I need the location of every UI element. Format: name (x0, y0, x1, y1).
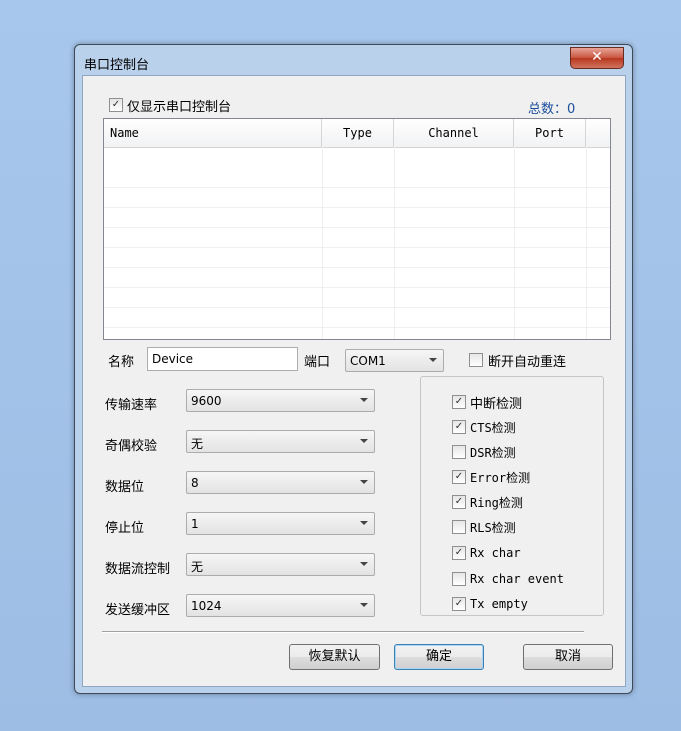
only-serial-checkbox[interactable]: ✓ (109, 98, 123, 112)
name-input[interactable]: Device (147, 347, 298, 371)
list-row (104, 187, 610, 208)
console-list[interactable]: Name Type Channel Port (103, 118, 611, 340)
tx-empty-checkbox[interactable]: ✓ (452, 597, 466, 611)
separator (102, 631, 584, 633)
total-count-value: 0 (567, 102, 576, 117)
checkmark-icon: ✓ (454, 496, 464, 507)
send-buffer-select[interactable]: 1024 (186, 594, 375, 617)
cancel-button[interactable]: 取消 (523, 644, 613, 670)
auto-reconnect-checkbox[interactable] (469, 353, 483, 367)
checkmark-icon: ✓ (454, 471, 464, 482)
checkmark-icon: ✓ (454, 421, 464, 432)
column-header-type[interactable]: Type (322, 119, 394, 147)
rls-detect-label: RLS检测 (470, 521, 516, 535)
port-label: 端口 (304, 355, 331, 370)
send-buffer-label: 发送缓冲区 (105, 603, 171, 618)
list-row (104, 307, 610, 328)
chevron-down-icon (360, 439, 368, 443)
chevron-down-icon (360, 603, 368, 607)
window-title: 串口控制台 (84, 58, 150, 73)
dialog-client-area: ✓ 仅显示串口控制台 总数：0 Name Type Channel Port 名… (82, 75, 626, 687)
checkmark-icon: ✓ (454, 396, 464, 407)
list-row (104, 247, 610, 268)
flow-control-label: 数据流控制 (105, 562, 171, 577)
list-row (104, 167, 610, 188)
send-buffer-value: 1024 (191, 599, 222, 613)
break-detect-label: 中断检测 (470, 397, 523, 412)
list-row (104, 207, 610, 228)
dsr-detect-checkbox[interactable] (452, 445, 466, 459)
column-header-name[interactable]: Name (104, 119, 322, 147)
serial-console-dialog: 串口控制台 ✕ ✓ 仅显示串口控制台 总数：0 Name Type Channe… (74, 44, 633, 694)
chevron-down-icon (360, 480, 368, 484)
list-header: Name Type Channel Port (104, 119, 610, 148)
title-bar[interactable]: 串口控制台 ✕ (75, 45, 632, 75)
auto-reconnect-label: 断开自动重连 (488, 355, 567, 370)
restore-defaults-button[interactable]: 恢复默认 (289, 644, 380, 670)
close-button[interactable]: ✕ (570, 47, 624, 69)
ok-button[interactable]: 确定 (394, 644, 484, 670)
port-select[interactable]: COM1 (345, 349, 444, 372)
total-count-label: 总数：0 (528, 102, 576, 117)
tx-empty-label: Tx empty (470, 597, 528, 611)
chevron-down-icon (360, 521, 368, 525)
parity-value: 无 (191, 437, 204, 451)
cts-detect-label: CTS检测 (470, 421, 516, 435)
ring-detect-label: Ring检测 (470, 496, 523, 510)
list-row (104, 287, 610, 308)
checkmark-icon: ✓ (454, 598, 464, 609)
port-select-value: COM1 (350, 354, 386, 368)
stop-bits-label: 停止位 (105, 521, 145, 536)
rx-char-event-label: Rx char event (470, 572, 564, 586)
flow-control-select[interactable]: 无 (186, 553, 375, 576)
data-bits-label: 数据位 (105, 480, 145, 495)
parity-select[interactable]: 无 (186, 430, 375, 453)
list-row (104, 227, 610, 248)
name-label: 名称 (108, 355, 135, 370)
rx-char-checkbox[interactable]: ✓ (452, 546, 466, 560)
parity-label: 奇偶校验 (105, 439, 158, 454)
baud-rate-value: 9600 (191, 394, 222, 408)
error-detect-label: Error检测 (470, 471, 531, 485)
chevron-down-icon (429, 358, 437, 362)
only-serial-label: 仅显示串口控制台 (127, 100, 232, 115)
stop-bits-select[interactable]: 1 (186, 512, 375, 535)
flow-control-value: 无 (191, 560, 204, 574)
rx-char-label: Rx char (470, 546, 521, 560)
cts-detect-checkbox[interactable]: ✓ (452, 420, 466, 434)
column-header-channel[interactable]: Channel (394, 119, 514, 147)
rx-char-event-checkbox[interactable] (452, 572, 466, 586)
break-detect-checkbox[interactable]: ✓ (452, 395, 466, 409)
checkmark-icon: ✓ (111, 99, 121, 110)
column-header-port[interactable]: Port (514, 119, 586, 147)
chevron-down-icon (360, 398, 368, 402)
baud-rate-select[interactable]: 9600 (186, 389, 375, 412)
data-bits-select[interactable]: 8 (186, 471, 375, 494)
data-bits-value: 8 (191, 476, 199, 490)
dsr-detect-label: DSR检测 (470, 446, 516, 460)
rls-detect-checkbox[interactable] (452, 520, 466, 534)
error-detect-checkbox[interactable]: ✓ (452, 470, 466, 484)
ring-detect-checkbox[interactable]: ✓ (452, 495, 466, 509)
close-icon: ✕ (591, 49, 603, 65)
list-row (104, 267, 610, 288)
stop-bits-value: 1 (191, 517, 199, 531)
baud-rate-label: 传输速率 (105, 398, 158, 413)
chevron-down-icon (360, 562, 368, 566)
checkmark-icon: ✓ (454, 547, 464, 558)
